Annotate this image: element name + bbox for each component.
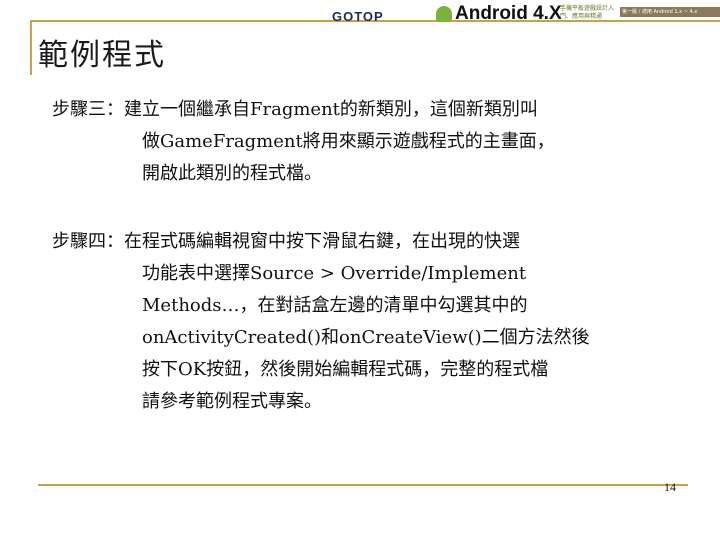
book-subtitle: 手機平板遊戲設計入門、應用與精通: [560, 5, 615, 20]
page-number: 14: [664, 480, 676, 494]
footer-rule: [38, 484, 688, 486]
gotop-logo: GOTOP: [332, 9, 384, 24]
step-line: 功能表中選擇Source > Override/Implement: [142, 263, 527, 284]
step-line: 步驟三：建立一個繼承自Fragment的新類別，這個新類別叫: [52, 99, 538, 120]
step-line: 按下OK按鈕，然後開始編輯程式碼，完整的程式檔: [142, 359, 549, 380]
android-book-logo: Android 4.X: [436, 3, 562, 25]
left-frame-line: [30, 20, 32, 75]
edition-badge: 第一版 / 適用 Android 1.x ~ 4.x: [620, 7, 720, 17]
step-line: 請參考範例程式專案。: [142, 391, 322, 412]
step-four: 步驟四：在程式碼編輯視窗中按下滑鼠右鍵，在出現的快選 功能表中選擇Source …: [52, 226, 590, 418]
step-line: 步驟四：在程式碼編輯視窗中按下滑鼠右鍵，在出現的快選: [52, 231, 520, 252]
step-line: onActivityCreated()和onCreateView()二個方法然後: [142, 327, 590, 348]
android-title: Android 4.X: [455, 3, 562, 24]
step-three: 步驟三：建立一個繼承自Fragment的新類別，這個新類別叫 做GameFrag…: [52, 94, 555, 190]
android-robot-icon: [436, 6, 452, 22]
step-line: 做GameFragment將用來顯示遊戲程式的主畫面，: [142, 131, 555, 152]
step-line: 開啟此類別的程式檔。: [142, 163, 322, 184]
slide-title: 範例程式: [38, 38, 166, 73]
step-line: Methods…，在對話盒左邊的清單中勾選其中的: [142, 295, 528, 316]
